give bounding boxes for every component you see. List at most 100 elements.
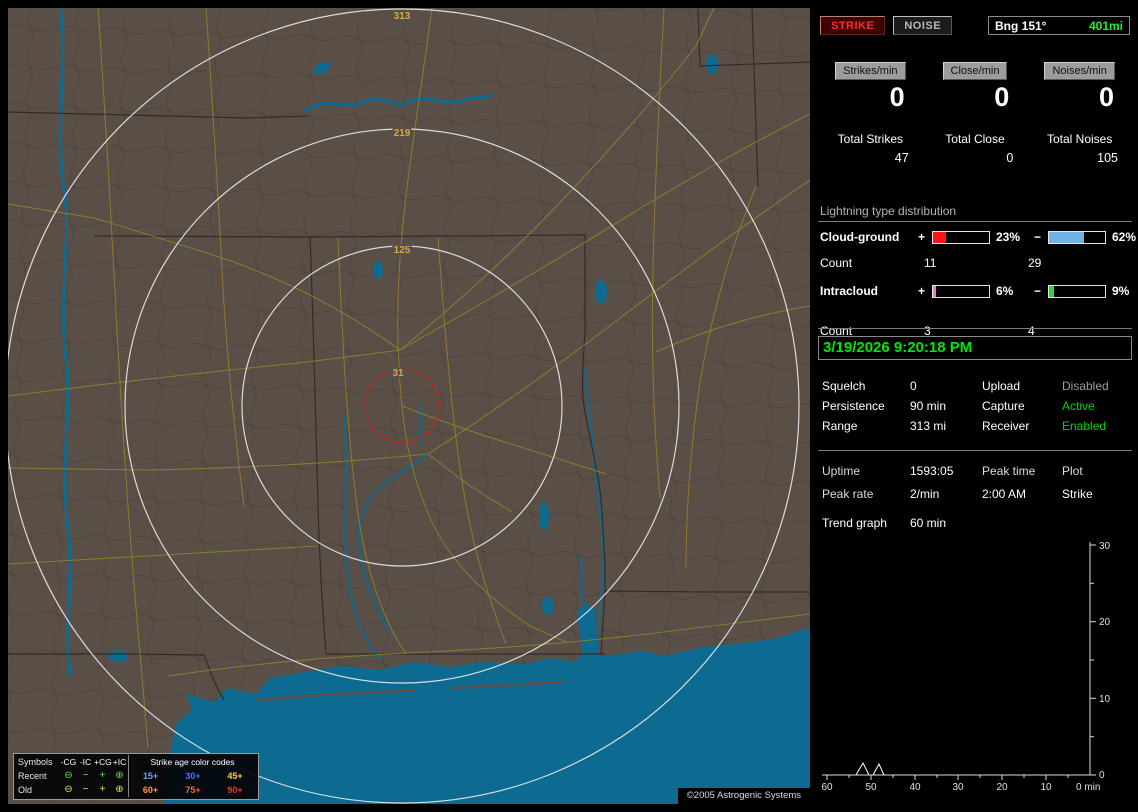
graph-tick-labels: 30 20 10 0 60 50 40 30 20 10 0 min bbox=[821, 541, 1111, 793]
legend-col-neg-ic: -IC bbox=[79, 757, 92, 767]
range-setting-value: 313 mi bbox=[910, 419, 947, 433]
x-tick-20: 20 bbox=[996, 782, 1008, 793]
map-svg: 313 219 125 31 bbox=[8, 8, 810, 804]
total-strikes-value: 47 bbox=[894, 151, 909, 165]
strikes-per-min-label: Strikes/min bbox=[835, 62, 906, 80]
peak-rate-value: 2/min bbox=[910, 487, 940, 501]
cg-positive-count: 11 bbox=[924, 256, 937, 270]
neg-cg-recent-icon: ⊖ bbox=[64, 770, 73, 781]
close-per-min-value: 0 bbox=[994, 82, 1010, 112]
count-label: Count bbox=[820, 256, 853, 270]
total-close-value: 0 bbox=[1006, 151, 1014, 165]
strikes-per-min-value: 0 bbox=[889, 82, 905, 112]
totals-labels: Total Strikes Total Close Total Noises bbox=[818, 132, 1132, 146]
uptime-label: Uptime bbox=[822, 464, 861, 478]
settings-grid: Squelch 0 Upload Disabled Persistence 90… bbox=[818, 376, 1132, 436]
x-tick-60: 60 bbox=[822, 782, 833, 793]
ic-negative-pct: 9% bbox=[1112, 284, 1130, 298]
cloud-ground-row: Cloud-ground + 23% − 62% bbox=[818, 230, 1136, 244]
strike-button[interactable]: STRIKE bbox=[820, 16, 886, 35]
bearing-range-display: Bng 151° 401mi bbox=[988, 16, 1130, 35]
uptime-value: 1593:05 bbox=[910, 464, 954, 478]
ring-label-31: 31 bbox=[392, 368, 404, 379]
total-noises-label: Total Noises bbox=[1046, 132, 1113, 146]
legend-col-pos-cg: +CG bbox=[94, 757, 112, 767]
y-tick-0: 0 bbox=[1099, 770, 1105, 781]
lightning-map[interactable]: 313 219 125 31 Symbols -CG -IC +CG +IC S… bbox=[8, 8, 810, 804]
capture-status: Active bbox=[1062, 399, 1095, 413]
age-code-45: 45+ bbox=[227, 771, 243, 781]
close-per-min-label: Close/min bbox=[942, 62, 1008, 80]
neg-ic-old-icon: − bbox=[82, 784, 89, 795]
legend-age-title: Strike age color codes bbox=[128, 755, 256, 769]
neg-ic-recent-icon: − bbox=[82, 770, 89, 781]
pos-cg-recent-icon: + bbox=[99, 770, 106, 781]
age-code-75: 75+ bbox=[185, 785, 201, 795]
trend-graph-period: 60 min bbox=[910, 516, 947, 530]
trend-graph-row: Trend graph 60 min bbox=[818, 516, 1132, 530]
age-code-90: 90+ bbox=[227, 785, 243, 795]
age-code-30: 30+ bbox=[185, 771, 201, 781]
trend-spikes bbox=[855, 761, 885, 776]
intracloud-label: Intracloud bbox=[820, 284, 879, 298]
minus-sign: − bbox=[1034, 230, 1042, 244]
plus-sign: + bbox=[918, 230, 926, 244]
cg-positive-bar bbox=[932, 230, 990, 244]
cg-negative-bar-fill bbox=[1049, 231, 1084, 243]
copyright-text: ©2005 Astrogenic Systems bbox=[677, 788, 810, 804]
cg-positive-pct: 23% bbox=[996, 230, 1021, 244]
datetime-value: 3/19/2026 9:20:18 PM bbox=[823, 339, 973, 356]
stormvue-window: { "map": { "ring_labels": ["313", "219",… bbox=[0, 0, 1138, 812]
pos-ic-old-icon: ⊕ bbox=[115, 784, 124, 795]
plus-sign: + bbox=[918, 284, 926, 298]
legend-row-recent-label: Recent bbox=[18, 771, 47, 781]
ring-label-125: 125 bbox=[394, 245, 411, 256]
peak-rate-label: Peak rate bbox=[822, 487, 874, 501]
cg-negative-count: 29 bbox=[1028, 256, 1042, 270]
totals-values: 47 0 105 bbox=[818, 151, 1132, 165]
total-noises-value: 105 bbox=[1097, 151, 1118, 165]
minus-sign: − bbox=[1034, 284, 1042, 298]
ring-label-219: 219 bbox=[394, 128, 411, 139]
rate-labels: Strikes/min Close/min Noises/min bbox=[818, 62, 1132, 80]
plot-value: Strike bbox=[1062, 487, 1093, 501]
status-panel: STRIKE NOISE Bng 151° 401mi Strikes/min … bbox=[818, 8, 1136, 804]
squelch-label: Squelch bbox=[822, 379, 866, 393]
trend-graph-label: Trend graph bbox=[822, 516, 887, 530]
noises-per-min-label: Noises/min bbox=[1044, 62, 1115, 80]
legend-symbols-title: Symbols bbox=[18, 757, 53, 767]
capture-label: Capture bbox=[982, 399, 1025, 413]
legend-col-neg-cg: -CG bbox=[60, 757, 77, 767]
x-tick-40: 40 bbox=[909, 782, 921, 793]
stats-grid: Uptime 1593:05 Peak time Plot Peak rate … bbox=[818, 460, 1132, 506]
pos-ic-recent-icon: ⊕ bbox=[115, 770, 124, 781]
ic-negative-bar-fill bbox=[1049, 285, 1055, 297]
peak-time-label: Peak time bbox=[982, 464, 1036, 478]
trend-graph-svg: 30 20 10 0 60 50 40 30 20 10 0 min bbox=[821, 541, 1111, 793]
graph-axes bbox=[822, 542, 1096, 780]
cg-negative-bar bbox=[1048, 230, 1106, 244]
ic-negative-bar bbox=[1048, 284, 1106, 298]
persistence-label: Persistence bbox=[822, 399, 885, 413]
ring-label-313: 313 bbox=[394, 11, 411, 22]
age-code-15: 15+ bbox=[128, 769, 172, 783]
rate-values: 0 0 0 bbox=[818, 82, 1132, 113]
y-tick-10: 10 bbox=[1099, 694, 1111, 705]
legend-col-pos-ic: +IC bbox=[112, 757, 127, 767]
map-legend: Symbols -CG -IC +CG +IC Strike age color… bbox=[13, 753, 259, 800]
divider bbox=[818, 221, 1132, 222]
datetime-display: 3/19/2026 9:20:18 PM bbox=[818, 336, 1132, 360]
cloud-ground-count-row: Count 11 29 bbox=[818, 256, 1132, 270]
pos-cg-old-icon: + bbox=[99, 784, 106, 795]
noise-button[interactable]: NOISE bbox=[893, 16, 953, 35]
total-strikes-label: Total Strikes bbox=[837, 132, 903, 146]
x-tick-30: 30 bbox=[952, 782, 964, 793]
ic-positive-pct: 6% bbox=[996, 284, 1014, 298]
x-tick-50: 50 bbox=[865, 782, 877, 793]
persistence-value: 90 min bbox=[910, 399, 947, 413]
x-tick-10: 10 bbox=[1040, 782, 1052, 793]
upload-label: Upload bbox=[982, 379, 1021, 393]
squelch-value: 0 bbox=[910, 379, 917, 393]
range-to-storm-value: 401mi bbox=[1088, 18, 1123, 33]
distribution-title: Lightning type distribution bbox=[820, 204, 957, 218]
